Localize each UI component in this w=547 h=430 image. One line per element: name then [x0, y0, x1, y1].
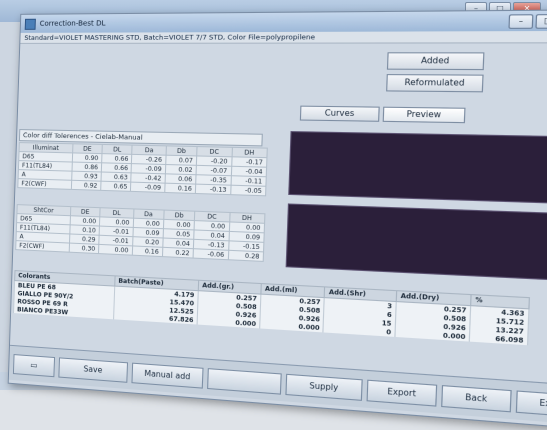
color-diff-table: Illuminat DE DL Da Db DC DH D65 0.90 0.6… [17, 142, 268, 197]
added-button[interactable]: Added [386, 52, 485, 71]
table-cell: 0.22 [162, 247, 194, 259]
table-cell: 0.30 [69, 243, 99, 254]
preview-swatch-top [288, 131, 547, 205]
table-cell: 0.16 [131, 245, 163, 257]
colorants-table: Colorants Batch(Paste) Add.(gr.) Add.(ml… [13, 270, 531, 346]
curves-button[interactable]: Curves [299, 105, 380, 122]
preview-button[interactable]: Preview [382, 106, 466, 124]
exit-button[interactable]: Exit [515, 390, 547, 418]
table-cell: -0.09 [130, 182, 165, 193]
table-cell: F2(CWF) [17, 178, 72, 190]
blank-button[interactable] [207, 368, 282, 395]
printer-icon: ▭ [30, 360, 38, 370]
table-cell: 0.16 [164, 183, 196, 194]
app-icon [24, 18, 36, 30]
reformulated-button[interactable]: Reformulated [386, 74, 484, 93]
manual-add-button[interactable]: Manual add [131, 362, 204, 389]
print-button[interactable]: ▭ [12, 354, 56, 378]
window-titlebar: Correction-Best DL – □ ✕ [20, 10, 547, 33]
correction-window: Correction-Best DL – □ ✕ Standard=VIOLET… [7, 9, 547, 430]
export-button[interactable]: Export [366, 379, 438, 407]
standard-batch-line: Standard=VIOLET MASTERING STD, Batch=VIO… [20, 30, 547, 44]
table-cell: 0.92 [71, 180, 102, 191]
table-cell: 0.28 [227, 250, 264, 262]
table-cell: -0.05 [230, 185, 266, 196]
main-body: Added Reformulated Curves Preview Color … [10, 43, 547, 384]
window-minimize-button[interactable]: – [508, 13, 534, 29]
table-cell: 0.65 [100, 181, 132, 192]
save-button[interactable]: Save [58, 357, 129, 383]
table-cell: 0.00 [98, 244, 133, 256]
preview-swatch-bottom [285, 203, 547, 282]
back-button[interactable]: Back [441, 385, 512, 413]
table-cell: F2(CWF) [15, 240, 70, 253]
window-maximize-button[interactable]: □ [535, 13, 547, 29]
table-cell: -0.13 [195, 184, 231, 195]
supply-button[interactable]: Supply [285, 373, 363, 401]
window-title: Correction-Best DL [39, 19, 106, 28]
table-cell: -0.06 [193, 248, 229, 260]
shift-correction-table: ShtCor DE DL Da Db DC DH D65 0.00 0.00 0… [15, 204, 266, 262]
